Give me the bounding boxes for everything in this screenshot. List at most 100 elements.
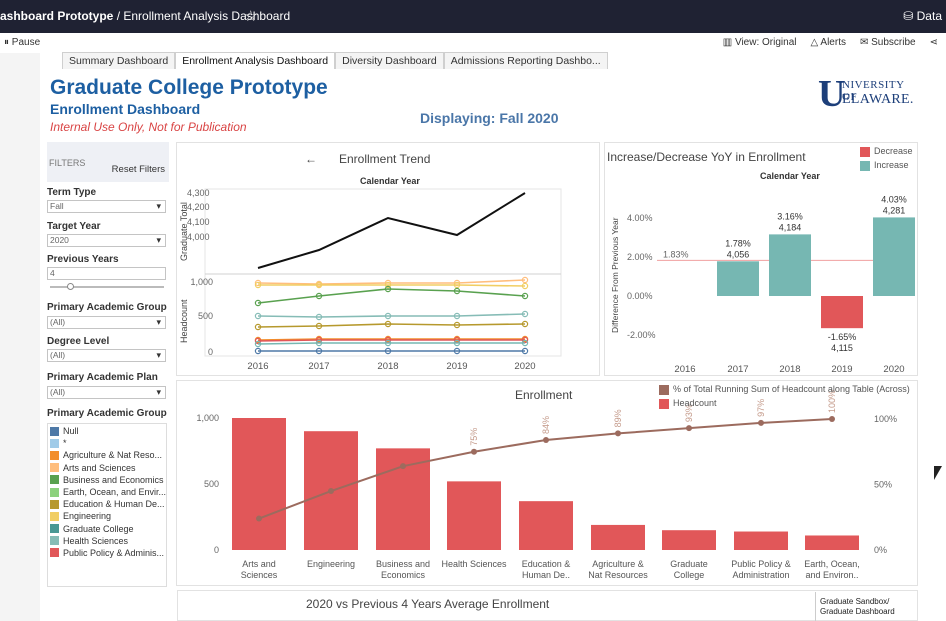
group-trend-line	[257, 279, 526, 285]
enrollment-category-label-2: Human De..	[522, 570, 570, 580]
increase-label: Increase	[874, 160, 909, 170]
breadcrumb-workbook[interactable]: ashboard Prototype	[0, 9, 113, 23]
enrollment-title: Enrollment	[515, 388, 573, 402]
subscribe-button[interactable]: ✉ Subscribe	[860, 37, 916, 48]
enrollment-category-label: Health Sciences	[441, 559, 507, 569]
term-type-select[interactable]: Fall	[47, 200, 166, 213]
primary-plan-select[interactable]: (All)	[47, 386, 166, 399]
running-sum-label: 89%	[613, 409, 623, 427]
headcount-bar	[591, 524, 645, 550]
enrollment-right-tick: 0%	[874, 545, 887, 555]
legend-swatch	[50, 475, 59, 485]
yoy-pct-label: -1.65%	[828, 332, 857, 342]
running-sum-label: % of Total Running Sum of Headcount alon…	[673, 384, 910, 394]
reset-filters-button[interactable]: Reset Filters	[112, 164, 165, 175]
yoy-bar	[873, 217, 915, 296]
legend-item[interactable]: Arts and Sciences	[50, 462, 166, 474]
legend-swatch	[50, 438, 59, 448]
legend-item[interactable]: Engineering	[50, 510, 166, 522]
top-bar: ashboard Prototype / Enrollment Analysis…	[0, 0, 946, 33]
yoy-tick: 2.00%	[627, 252, 653, 262]
trend-bottom-tick: 0	[208, 347, 213, 357]
legend-item[interactable]: Health Sciences	[50, 535, 166, 547]
alerts-button[interactable]: △ Alerts	[810, 37, 845, 48]
yoy-year-tick: 2020	[883, 364, 904, 375]
headcount-bar	[447, 481, 501, 550]
tab-summary-dashboard[interactable]: Summary Dashboard	[62, 52, 176, 69]
legend-item[interactable]: Graduate College	[50, 523, 166, 535]
trend-arrow-icon[interactable]: ←	[305, 152, 317, 166]
headcount-label: Headcount	[673, 398, 717, 408]
legend-label: Null	[63, 426, 79, 437]
running-sum-swatch	[659, 384, 669, 395]
legend-item[interactable]: Earth, Ocean, and Envir...	[50, 486, 166, 498]
primary-group-select[interactable]: (All)	[47, 316, 166, 329]
subscribe-label: Subscribe	[871, 37, 916, 48]
running-sum-label: 97%	[756, 399, 766, 417]
legend-item[interactable]: *	[50, 437, 166, 449]
enrollment-category-label: Agriculture &	[592, 559, 644, 569]
mouse-cursor-icon	[934, 466, 942, 480]
tab-admissions-reporting-dashboard[interactable]: Admissions Reporting Dashbo...	[443, 52, 608, 69]
running-sum-point	[615, 430, 621, 437]
previous-years-slider[interactable]	[50, 283, 164, 290]
target-year-select[interactable]: 2020	[47, 234, 166, 247]
sandbox-link[interactable]: Graduate Sandbox/ Graduate Dashboard	[815, 592, 907, 621]
pause-button[interactable]: ⏸ Pause	[4, 37, 40, 48]
yoy-pct-label: 4.03%	[881, 194, 907, 204]
legend-running-sum: % of Total Running Sum of Headcount alon…	[659, 384, 910, 395]
legend-item[interactable]: Education & Human De...	[50, 498, 166, 510]
group-trend-line	[257, 288, 526, 304]
yoy-title: Increase/Decrease YoY in Enrollment	[607, 150, 806, 164]
data-label: Data	[916, 9, 942, 23]
trend-ylabel-bottom: Headcount	[179, 299, 189, 343]
tab-diversity-dashboard[interactable]: Diversity Dashboard	[335, 52, 444, 69]
legend-label: Engineering	[63, 511, 112, 522]
view-original-button[interactable]: ▥ View: Original	[723, 37, 797, 48]
trend-top-tick: 4,000	[187, 232, 210, 242]
legend-swatch	[50, 450, 59, 460]
legend-label: Health Sciences	[63, 535, 129, 546]
enrollment-category-label: Graduate	[670, 559, 708, 569]
yoy-year-tick: 2019	[831, 364, 852, 375]
headcount-bar	[232, 418, 286, 550]
enrollment-category-label: Public Policy &	[731, 559, 791, 569]
group-legend: Null * Agriculture & Nat Reso... Arts and S…	[50, 425, 166, 559]
slider-knob[interactable]	[67, 283, 74, 290]
previous-years-input[interactable]: 4	[47, 267, 166, 280]
trend-year-tick: 2019	[446, 361, 467, 372]
enrollment-left-tick: 500	[204, 479, 219, 489]
group-trend-line	[257, 313, 526, 318]
yoy-reference-label: 1.83%	[663, 249, 689, 259]
yoy-year-tick: 2017	[727, 364, 748, 375]
star-outline-icon[interactable]: ☆	[244, 7, 257, 25]
decrease-label: Decrease	[874, 146, 913, 156]
primary-group-label: Primary Academic Group	[47, 302, 167, 313]
share-icon[interactable]: ⋖	[930, 37, 938, 48]
data-button[interactable]: ⛁ Data	[903, 9, 942, 23]
enrollment-panel: 1,000 500 0 100% 50% 0% 75% 84% 89% 93% 97% 100% Art…	[176, 380, 918, 586]
degree-level-select[interactable]: (All)	[47, 349, 166, 362]
enrollment-category-label-2: College	[674, 570, 705, 580]
legend-swatch	[50, 463, 59, 473]
tab-enrollment-analysis-dashboard[interactable]: Enrollment Analysis Dashboard	[175, 52, 336, 69]
enrollment-category-label-2: Economics	[381, 570, 426, 580]
yoy-pct-label: 1.78%	[725, 238, 751, 248]
toolbar: ⏸ Pause ▥ View: Original △ Alerts ✉ Subs…	[0, 33, 946, 53]
running-sum-label: 84%	[541, 416, 551, 434]
yoy-pct-label: 3.16%	[777, 211, 803, 221]
previous-years-label: Previous Years	[47, 254, 119, 265]
enrollment-category-label: Earth, Ocean,	[804, 559, 860, 569]
running-sum-label: 75%	[469, 428, 479, 446]
legend-item[interactable]: Agriculture & Nat Reso...	[50, 449, 166, 461]
enrollment-category-label: Arts and	[242, 559, 276, 569]
legend-item[interactable]: Null	[50, 425, 166, 437]
headcount-bar	[662, 530, 716, 550]
enrollment-category-label-2: and Environ..	[805, 570, 858, 580]
legend-item[interactable]: Business and Economics	[50, 474, 166, 486]
legend-item[interactable]: Public Policy & Adminis...	[50, 547, 166, 559]
legend-label: Education & Human De...	[63, 499, 165, 510]
enrollment-category-label-2: Sciences	[241, 570, 278, 580]
trend-year-tick: 2016	[247, 361, 268, 372]
breadcrumb-separator: /	[113, 9, 124, 23]
